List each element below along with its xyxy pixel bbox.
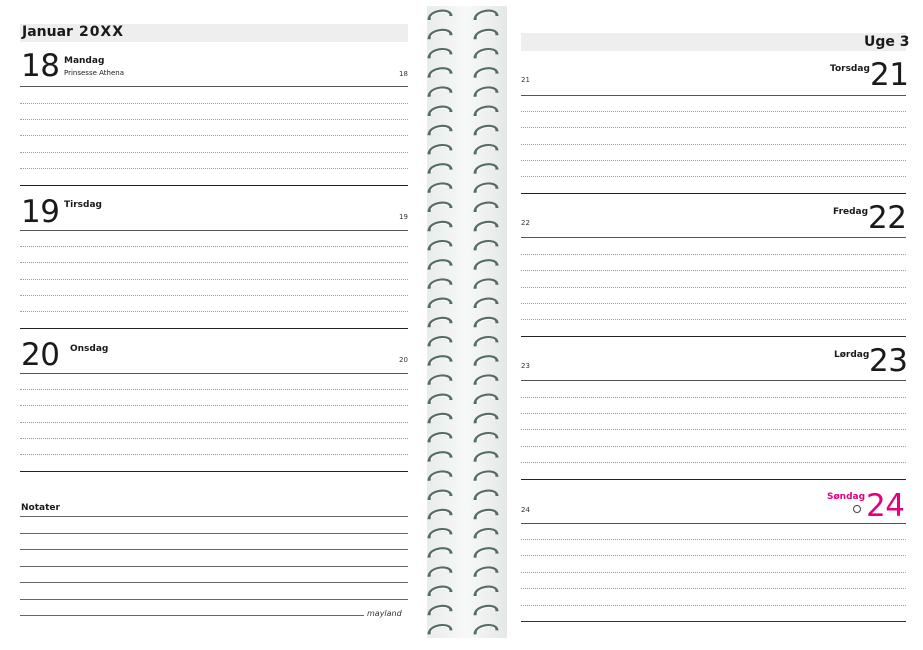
day-rule xyxy=(521,95,906,96)
writing-line[interactable] xyxy=(521,127,906,128)
writing-line[interactable] xyxy=(20,246,408,247)
day-divider xyxy=(20,328,408,329)
day-number-24: 24 xyxy=(866,488,905,524)
day-small-21: 21 xyxy=(521,76,530,84)
day-name-friday: Fredag xyxy=(833,207,869,217)
day-name-monday: Mandag xyxy=(64,56,105,66)
day-name-sunday: Søndag xyxy=(827,492,866,502)
writing-line[interactable] xyxy=(521,319,906,320)
writing-line[interactable] xyxy=(521,462,906,463)
day-rule xyxy=(521,523,906,524)
spiral-binding xyxy=(427,6,507,638)
notes-line[interactable] xyxy=(20,615,364,616)
day-divider xyxy=(521,193,906,194)
writing-line[interactable] xyxy=(20,152,408,153)
day-rule xyxy=(20,373,408,374)
writing-line[interactable] xyxy=(521,144,906,145)
writing-line[interactable] xyxy=(521,111,906,112)
notes-line[interactable] xyxy=(20,599,408,600)
writing-line[interactable] xyxy=(20,262,408,263)
writing-line[interactable] xyxy=(20,311,408,312)
day-rule xyxy=(521,380,906,381)
day-number-19: 19 xyxy=(21,194,60,230)
day-small-22: 22 xyxy=(521,219,530,227)
month-name: Januar xyxy=(22,24,73,40)
brand-logo: mayland xyxy=(367,609,402,618)
day-name-thursday: Torsdag xyxy=(830,64,870,74)
writing-line[interactable] xyxy=(521,446,906,447)
day-small-18: 18 xyxy=(399,70,408,78)
writing-line[interactable] xyxy=(20,119,408,120)
writing-line[interactable] xyxy=(20,135,408,136)
day-number-20: 20 xyxy=(21,337,60,373)
day-number-21: 21 xyxy=(870,57,909,93)
page-bottom-rule xyxy=(521,621,906,622)
week-header-band xyxy=(521,33,906,51)
week-label: Uge 3 xyxy=(864,34,910,50)
writing-line[interactable] xyxy=(521,605,906,606)
day-note-monday: Prinsesse Athena xyxy=(64,69,125,77)
writing-line[interactable] xyxy=(521,555,906,556)
writing-line[interactable] xyxy=(521,539,906,540)
moon-phase-icon xyxy=(853,505,861,513)
writing-line[interactable] xyxy=(521,397,906,398)
writing-line[interactable] xyxy=(521,413,906,414)
day-small-23: 23 xyxy=(521,362,530,370)
day-number-22: 22 xyxy=(868,200,907,236)
day-small-24: 24 xyxy=(521,506,530,514)
notes-line[interactable] xyxy=(20,516,408,517)
writing-line[interactable] xyxy=(521,303,906,304)
day-divider xyxy=(20,185,408,186)
day-divider xyxy=(20,471,408,472)
writing-line[interactable] xyxy=(20,295,408,296)
day-number-18: 18 xyxy=(21,48,60,84)
writing-line[interactable] xyxy=(521,287,906,288)
day-rule xyxy=(20,86,408,87)
writing-line[interactable] xyxy=(20,279,408,280)
notes-line[interactable] xyxy=(20,566,408,567)
day-rule xyxy=(521,237,906,238)
day-name-saturday: Lørdag xyxy=(834,350,870,360)
month-title: Januar 20XX xyxy=(22,24,124,40)
writing-line[interactable] xyxy=(521,572,906,573)
day-small-19: 19 xyxy=(399,213,408,221)
day-name-wednesday: Onsdag xyxy=(70,344,109,354)
writing-line[interactable] xyxy=(20,422,408,423)
day-divider xyxy=(521,479,906,480)
day-divider xyxy=(521,336,906,337)
writing-line[interactable] xyxy=(20,168,408,169)
writing-line[interactable] xyxy=(521,254,906,255)
notes-line[interactable] xyxy=(20,582,408,583)
day-name-tuesday: Tirsdag xyxy=(64,200,102,210)
notes-line[interactable] xyxy=(20,533,408,534)
notes-line[interactable] xyxy=(20,549,408,550)
notes-heading: Notater xyxy=(21,503,60,513)
day-small-20: 20 xyxy=(399,356,408,364)
writing-line[interactable] xyxy=(20,405,408,406)
day-number-23: 23 xyxy=(869,343,908,379)
writing-line[interactable] xyxy=(20,103,408,104)
writing-line[interactable] xyxy=(521,160,906,161)
year-label: 20XX xyxy=(78,24,125,40)
writing-line[interactable] xyxy=(521,588,906,589)
day-rule xyxy=(20,230,408,231)
writing-line[interactable] xyxy=(521,176,906,177)
writing-line[interactable] xyxy=(20,438,408,439)
writing-line[interactable] xyxy=(20,389,408,390)
writing-line[interactable] xyxy=(20,454,408,455)
writing-line[interactable] xyxy=(521,270,906,271)
writing-line[interactable] xyxy=(521,429,906,430)
